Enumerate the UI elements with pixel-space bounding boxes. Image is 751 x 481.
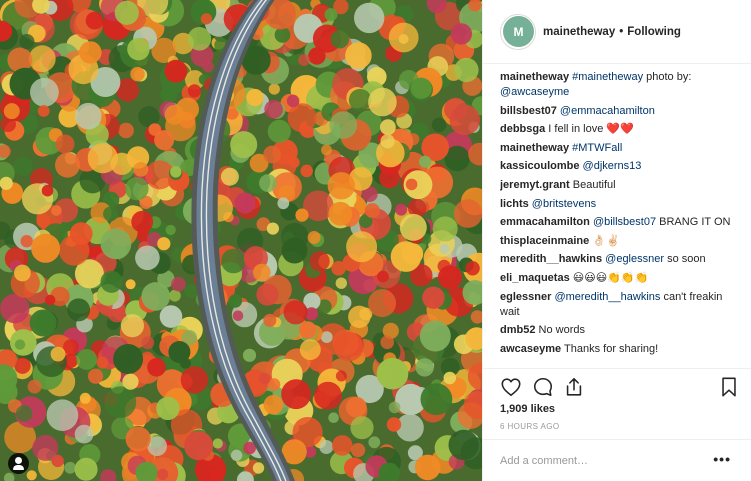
comment-item: lichts @britstevens [500, 197, 740, 212]
post-side-panel: M mainetheway • Following mainetheway #m… [482, 0, 751, 481]
comment-text: Thanks for sharing! [564, 342, 659, 355]
comment-username[interactable]: eli_maquetas [500, 272, 570, 284]
comment-username[interactable]: debbsga [500, 123, 545, 135]
header-separator: • [619, 25, 624, 38]
comment-item: kassicoulombe @djkerns13 [500, 159, 740, 174]
comment-item: meredith__hawkins @eglessner so soon [500, 252, 740, 267]
heart-icon[interactable] [500, 376, 522, 398]
comment-username[interactable]: mainetheway [500, 71, 569, 83]
share-icon[interactable] [563, 376, 585, 398]
comment-mention-link[interactable]: @eglessner [605, 253, 664, 265]
instagram-post: M mainetheway • Following mainetheway #m… [0, 0, 751, 481]
comment-item: dmb52 No words [500, 323, 740, 338]
following-button[interactable]: Following [627, 26, 681, 38]
tagged-users-icon[interactable] [8, 453, 29, 474]
header-text: mainetheway • Following [543, 26, 681, 38]
comment-item: thisplaceinmaine 👌🏻✌🏻 [500, 234, 740, 249]
comment-username[interactable]: meredith__hawkins [500, 253, 602, 265]
avatar[interactable]: M [500, 13, 536, 50]
comment-username[interactable]: lichts [500, 198, 529, 210]
comment-item: mainetheway #mainetheway photo by: @awca… [500, 70, 740, 100]
comment-item: eli_maquetas 😃😃😃👏👏👏 [500, 271, 740, 286]
comment-username[interactable]: eglessner [500, 291, 551, 303]
comment-item: debbsga I fell in love ❤️❤️ [500, 122, 740, 137]
comment-mention-link[interactable]: @emmacahamilton [560, 105, 655, 117]
comment-item: emmacahamilton @billsbest07 BRANG IT ON [500, 215, 740, 230]
comment-text: photo by: [643, 71, 692, 83]
comment-username[interactable]: dmb52 [500, 324, 535, 336]
comment-text: BRANG IT ON [656, 216, 731, 229]
comment-mention-link[interactable]: @awcaseyme [500, 86, 569, 98]
comment-input[interactable] [500, 452, 700, 470]
comment-mention-link[interactable]: @meredith__hawkins [554, 291, 660, 303]
aerial-forest-road-image [0, 0, 482, 481]
avatar-logo: M [502, 16, 534, 47]
comment-item: mainetheway #MTWFall [500, 141, 740, 156]
post-header: M mainetheway • Following [483, 0, 751, 64]
likes-count[interactable]: 1,909 likes [500, 403, 555, 415]
comment-bubble-icon[interactable] [532, 376, 554, 398]
post-photo[interactable] [0, 0, 482, 481]
post-actions: 1,909 likes 6 HOURS AGO [483, 368, 751, 439]
comment-username[interactable]: emmacahamilton [500, 216, 590, 228]
comment-username[interactable]: mainetheway [500, 142, 569, 154]
comment-item: eglessner @meredith__hawkins can't freak… [500, 290, 740, 320]
comment-username[interactable]: billsbest07 [500, 105, 557, 117]
comment-item: awcaseyme Thanks for sharing! [500, 342, 740, 357]
header-username[interactable]: mainetheway [543, 26, 615, 38]
more-options-button[interactable]: ••• [713, 451, 731, 467]
comment-mention-link[interactable]: @billsbest07 [593, 216, 656, 228]
comment-username[interactable]: kassicoulombe [500, 160, 579, 172]
comment-mention-link[interactable]: @djkerns13 [583, 160, 642, 172]
comment-text: Beautiful [572, 178, 616, 191]
comment-username[interactable]: thisplaceinmaine [500, 235, 589, 247]
bookmark-icon[interactable] [718, 376, 740, 398]
comment-item: billsbest07 @emmacahamilton [500, 104, 740, 119]
comment-username[interactable]: awcaseyme [500, 343, 561, 355]
comment-text: 👌🏻✌🏻 [592, 234, 620, 247]
comment-text: I fell in love ❤️❤️ [548, 123, 634, 136]
comment-mention-link[interactable]: #mainetheway [572, 71, 643, 83]
comment-mention-link[interactable]: @britstevens [532, 198, 596, 210]
comment-username[interactable]: jeremyt.grant [500, 179, 570, 191]
comments-list[interactable]: mainetheway #mainetheway photo by: @awca… [500, 70, 740, 368]
comment-item: jeremyt.grant Beautiful [500, 178, 740, 193]
post-timestamp: 6 HOURS AGO [500, 422, 560, 431]
comment-mention-link[interactable]: #MTWFall [572, 142, 622, 154]
action-row [500, 372, 740, 399]
comment-text: 😃😃😃👏👏👏 [572, 271, 649, 284]
comment-text: No words [538, 324, 585, 337]
add-comment-bar: ••• [483, 439, 751, 481]
comment-text: so soon [664, 253, 706, 266]
